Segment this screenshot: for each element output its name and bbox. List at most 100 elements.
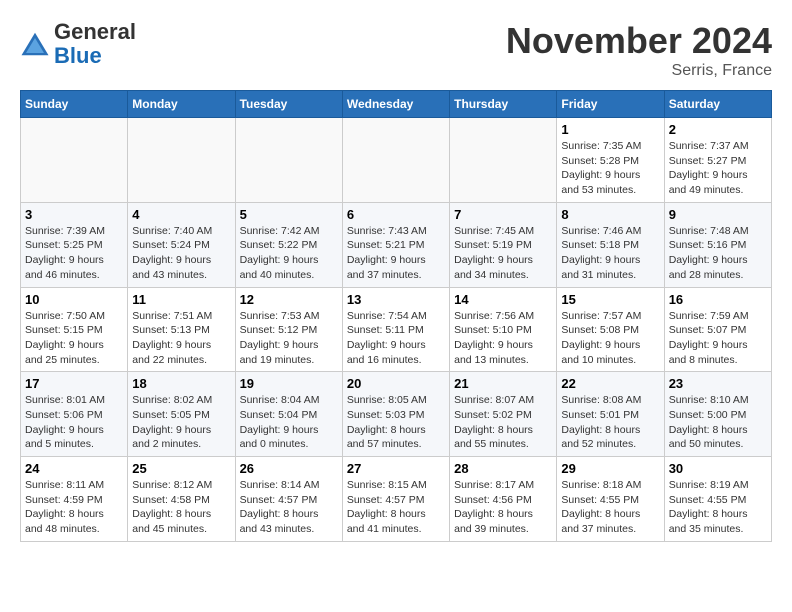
- day-info: Sunrise: 8:11 AM Sunset: 4:59 PM Dayligh…: [25, 478, 123, 537]
- day-number: 20: [347, 376, 445, 391]
- calendar-cell: 3 Sunrise: 7:39 AM Sunset: 5:25 PM Daylig…: [21, 202, 128, 287]
- logo-icon: [20, 29, 50, 59]
- day-info: Sunrise: 7:51 AM Sunset: 5:13 PM Dayligh…: [132, 309, 230, 368]
- calendar-cell: 2 Sunrise: 7:37 AM Sunset: 5:27 PM Daylig…: [664, 118, 771, 203]
- day-number: 7: [454, 207, 552, 222]
- page-subtitle: Serris, France: [506, 62, 772, 80]
- day-info: Sunrise: 7:46 AM Sunset: 5:18 PM Dayligh…: [561, 224, 659, 283]
- calendar-cell: 28 Sunrise: 8:17 AM Sunset: 4:56 PM Dayli…: [450, 457, 557, 542]
- weekday-header-tuesday: Tuesday: [235, 91, 342, 118]
- weekday-header-saturday: Saturday: [664, 91, 771, 118]
- day-number: 4: [132, 207, 230, 222]
- day-number: 19: [240, 376, 338, 391]
- day-info: Sunrise: 7:40 AM Sunset: 5:24 PM Dayligh…: [132, 224, 230, 283]
- day-number: 3: [25, 207, 123, 222]
- calendar-cell: 13Sunrise: 7:54 AM Sunset: 5:11 PM Dayli…: [342, 287, 449, 372]
- calendar-cell: 12 Sunrise: 7:53 AM Sunset: 5:12 PM Dayli…: [235, 287, 342, 372]
- day-info: Sunrise: 8:18 AM Sunset: 4:55 PM Dayligh…: [561, 478, 659, 537]
- day-number: 12: [240, 292, 338, 307]
- day-info: Sunrise: 7:54 AM Sunset: 5:11 PM Dayligh…: [347, 309, 445, 368]
- day-info: Sunrise: 8:12 AM Sunset: 4:58 PM Dayligh…: [132, 478, 230, 537]
- day-number: 8: [561, 207, 659, 222]
- day-info: Sunrise: 7:57 AM Sunset: 5:08 PM Dayligh…: [561, 309, 659, 368]
- day-number: 21: [454, 376, 552, 391]
- calendar-cell: 10Sunrise: 7:50 AM Sunset: 5:15 PM Dayli…: [21, 287, 128, 372]
- day-info: Sunrise: 7:59 AM Sunset: 5:07 PM Dayligh…: [669, 309, 767, 368]
- day-info: Sunrise: 8:08 AM Sunset: 5:01 PM Dayligh…: [561, 393, 659, 452]
- day-info: Sunrise: 8:07 AM Sunset: 5:02 PM Dayligh…: [454, 393, 552, 452]
- day-number: 11: [132, 292, 230, 307]
- day-info: Sunrise: 7:43 AM Sunset: 5:21 PM Dayligh…: [347, 224, 445, 283]
- day-number: 23: [669, 376, 767, 391]
- calendar-cell: [128, 118, 235, 203]
- day-info: Sunrise: 7:37 AM Sunset: 5:27 PM Dayligh…: [669, 139, 767, 198]
- calendar-cell: 5Sunrise: 7:42 AM Sunset: 5:22 PM Daylig…: [235, 202, 342, 287]
- calendar-cell: 8 Sunrise: 7:46 AM Sunset: 5:18 PM Daylig…: [557, 202, 664, 287]
- day-number: 5: [240, 207, 338, 222]
- day-number: 14: [454, 292, 552, 307]
- day-number: 25: [132, 461, 230, 476]
- calendar-cell: 26Sunrise: 8:14 AM Sunset: 4:57 PM Dayli…: [235, 457, 342, 542]
- day-info: Sunrise: 8:19 AM Sunset: 4:55 PM Dayligh…: [669, 478, 767, 537]
- logo-blue: Blue: [54, 43, 102, 68]
- calendar-cell: 11 Sunrise: 7:51 AM Sunset: 5:13 PM Dayli…: [128, 287, 235, 372]
- calendar-cell: 21 Sunrise: 8:07 AM Sunset: 5:02 PM Dayli…: [450, 372, 557, 457]
- calendar-cell: 16 Sunrise: 7:59 AM Sunset: 5:07 PM Dayli…: [664, 287, 771, 372]
- calendar-cell: [21, 118, 128, 203]
- title-block: November 2024 Serris, France: [506, 20, 772, 80]
- calendar-cell: 22 Sunrise: 8:08 AM Sunset: 5:01 PM Dayli…: [557, 372, 664, 457]
- logo: General Blue: [20, 20, 136, 68]
- day-number: 18: [132, 376, 230, 391]
- calendar-cell: 25 Sunrise: 8:12 AM Sunset: 4:58 PM Dayli…: [128, 457, 235, 542]
- calendar-week-3: 10Sunrise: 7:50 AM Sunset: 5:15 PM Dayli…: [21, 287, 772, 372]
- weekday-header-sunday: Sunday: [21, 91, 128, 118]
- calendar-cell: 29 Sunrise: 8:18 AM Sunset: 4:55 PM Dayli…: [557, 457, 664, 542]
- day-info: Sunrise: 7:35 AM Sunset: 5:28 PM Dayligh…: [561, 139, 659, 198]
- calendar-cell: 30 Sunrise: 8:19 AM Sunset: 4:55 PM Dayli…: [664, 457, 771, 542]
- page-title: November 2024: [506, 20, 772, 62]
- day-info: Sunrise: 8:14 AM Sunset: 4:57 PM Dayligh…: [240, 478, 338, 537]
- day-number: 28: [454, 461, 552, 476]
- day-number: 2: [669, 122, 767, 137]
- day-number: 15: [561, 292, 659, 307]
- calendar-cell: 24 Sunrise: 8:11 AM Sunset: 4:59 PM Dayli…: [21, 457, 128, 542]
- day-info: Sunrise: 7:53 AM Sunset: 5:12 PM Dayligh…: [240, 309, 338, 368]
- day-number: 27: [347, 461, 445, 476]
- calendar-cell: 4 Sunrise: 7:40 AM Sunset: 5:24 PM Daylig…: [128, 202, 235, 287]
- day-number: 9: [669, 207, 767, 222]
- calendar-cell: [342, 118, 449, 203]
- calendar-cell: 23Sunrise: 8:10 AM Sunset: 5:00 PM Dayli…: [664, 372, 771, 457]
- calendar-cell: 18 Sunrise: 8:02 AM Sunset: 5:05 PM Dayli…: [128, 372, 235, 457]
- calendar-cell: [235, 118, 342, 203]
- calendar-cell: 20 Sunrise: 8:05 AM Sunset: 5:03 PM Dayli…: [342, 372, 449, 457]
- day-number: 10: [25, 292, 123, 307]
- calendar-week-4: 17Sunrise: 8:01 AM Sunset: 5:06 PM Dayli…: [21, 372, 772, 457]
- day-info: Sunrise: 8:15 AM Sunset: 4:57 PM Dayligh…: [347, 478, 445, 537]
- calendar-cell: 7 Sunrise: 7:45 AM Sunset: 5:19 PM Daylig…: [450, 202, 557, 287]
- calendar-cell: 1Sunrise: 7:35 AM Sunset: 5:28 PM Daylig…: [557, 118, 664, 203]
- calendar-table: SundayMondayTuesdayWednesdayThursdayFrid…: [20, 90, 772, 542]
- day-number: 29: [561, 461, 659, 476]
- calendar-cell: 19 Sunrise: 8:04 AM Sunset: 5:04 PM Dayli…: [235, 372, 342, 457]
- day-info: Sunrise: 8:05 AM Sunset: 5:03 PM Dayligh…: [347, 393, 445, 452]
- day-info: Sunrise: 7:45 AM Sunset: 5:19 PM Dayligh…: [454, 224, 552, 283]
- day-info: Sunrise: 7:39 AM Sunset: 5:25 PM Dayligh…: [25, 224, 123, 283]
- calendar-cell: 9 Sunrise: 7:48 AM Sunset: 5:16 PM Daylig…: [664, 202, 771, 287]
- day-number: 6: [347, 207, 445, 222]
- day-info: Sunrise: 8:17 AM Sunset: 4:56 PM Dayligh…: [454, 478, 552, 537]
- day-info: Sunrise: 8:01 AM Sunset: 5:06 PM Dayligh…: [25, 393, 123, 452]
- day-info: Sunrise: 8:04 AM Sunset: 5:04 PM Dayligh…: [240, 393, 338, 452]
- day-number: 30: [669, 461, 767, 476]
- day-info: Sunrise: 7:48 AM Sunset: 5:16 PM Dayligh…: [669, 224, 767, 283]
- weekday-header-row: SundayMondayTuesdayWednesdayThursdayFrid…: [21, 91, 772, 118]
- day-number: 24: [25, 461, 123, 476]
- calendar-week-5: 24 Sunrise: 8:11 AM Sunset: 4:59 PM Dayli…: [21, 457, 772, 542]
- weekday-header-monday: Monday: [128, 91, 235, 118]
- day-info: Sunrise: 7:56 AM Sunset: 5:10 PM Dayligh…: [454, 309, 552, 368]
- calendar-cell: [450, 118, 557, 203]
- day-number: 16: [669, 292, 767, 307]
- calendar-cell: 14 Sunrise: 7:56 AM Sunset: 5:10 PM Dayli…: [450, 287, 557, 372]
- day-number: 22: [561, 376, 659, 391]
- calendar-cell: 15 Sunrise: 7:57 AM Sunset: 5:08 PM Dayli…: [557, 287, 664, 372]
- day-info: Sunrise: 8:02 AM Sunset: 5:05 PM Dayligh…: [132, 393, 230, 452]
